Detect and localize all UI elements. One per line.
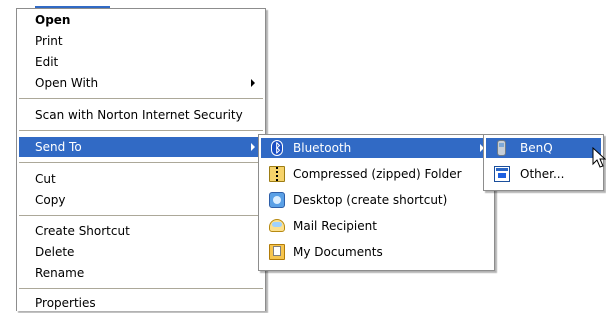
menu-item-label: Rename — [35, 266, 85, 280]
menu-item-label: Properties — [35, 296, 96, 310]
menu-item-label: Bluetooth — [293, 141, 352, 155]
bluetooth-submenu: BenQ Other... — [483, 134, 604, 191]
menu-item-print[interactable]: Print — [19, 31, 263, 51]
bluetooth-icon — [271, 140, 283, 156]
menu-item-label: Cut — [35, 172, 56, 186]
menu-item-label: Mail Recipient — [293, 219, 377, 233]
menu-item-label: Create Shortcut — [35, 224, 130, 238]
desktop-icon — [269, 192, 285, 208]
menu-item-properties[interactable]: Properties — [19, 293, 263, 313]
mail-icon — [269, 219, 285, 232]
menu-item-label: Open With — [35, 76, 99, 90]
menu-separator — [19, 130, 263, 131]
menu-item-rename[interactable]: Rename — [19, 263, 263, 283]
device-icon — [494, 166, 510, 182]
bluetooth-item-benq[interactable]: BenQ — [486, 138, 601, 158]
menu-separator — [19, 288, 263, 289]
submenu-arrow-icon — [251, 79, 255, 87]
send-to-item-compressed-folder[interactable]: Compressed (zipped) Folder — [261, 164, 492, 184]
menu-item-label: BenQ — [520, 141, 553, 155]
documents-folder-icon — [269, 244, 285, 260]
menu-item-open[interactable]: Open — [19, 10, 263, 30]
menu-item-edit[interactable]: Edit — [19, 52, 263, 72]
mouse-pointer-icon — [592, 147, 606, 168]
menu-separator — [19, 162, 263, 163]
submenu-arrow-icon — [251, 143, 255, 151]
menu-item-label: Print — [35, 34, 63, 48]
menu-item-label: Open — [35, 13, 71, 27]
menu-item-label: My Documents — [293, 245, 383, 259]
menu-item-open-with[interactable]: Open With — [19, 73, 263, 93]
menu-item-label: Scan with Norton Internet Security — [35, 108, 243, 122]
menu-item-label: Delete — [35, 245, 75, 259]
menu-item-label: Other... — [520, 167, 565, 181]
menu-item-label: Send To — [35, 140, 82, 154]
zip-folder-icon — [269, 166, 285, 182]
menu-item-create-shortcut[interactable]: Create Shortcut — [19, 221, 263, 241]
menu-item-cut[interactable]: Cut — [19, 169, 263, 189]
menu-separator — [19, 215, 263, 216]
send-to-submenu: Bluetooth Compressed (zipped) Folder Des… — [258, 134, 495, 271]
menu-item-label: Copy — [35, 193, 66, 207]
menu-item-delete[interactable]: Delete — [19, 242, 263, 262]
menu-item-copy[interactable]: Copy — [19, 190, 263, 210]
send-to-item-my-documents[interactable]: My Documents — [261, 242, 492, 262]
send-to-item-bluetooth[interactable]: Bluetooth — [261, 138, 492, 158]
menu-item-send-to[interactable]: Send To — [19, 137, 263, 157]
menu-item-label: Compressed (zipped) Folder — [293, 167, 462, 181]
bluetooth-item-other[interactable]: Other... — [486, 164, 601, 184]
menu-separator — [19, 98, 263, 99]
context-menu: Open Print Edit Open With Scan with Nort… — [16, 8, 266, 311]
send-to-item-desktop[interactable]: Desktop (create shortcut) — [261, 190, 492, 210]
menu-item-label: Edit — [35, 55, 59, 69]
phone-icon — [497, 140, 506, 156]
send-to-item-mail-recipient[interactable]: Mail Recipient — [261, 216, 492, 236]
menu-item-scan-norton[interactable]: Scan with Norton Internet Security — [19, 105, 263, 125]
menu-item-label: Desktop (create shortcut) — [293, 193, 448, 207]
